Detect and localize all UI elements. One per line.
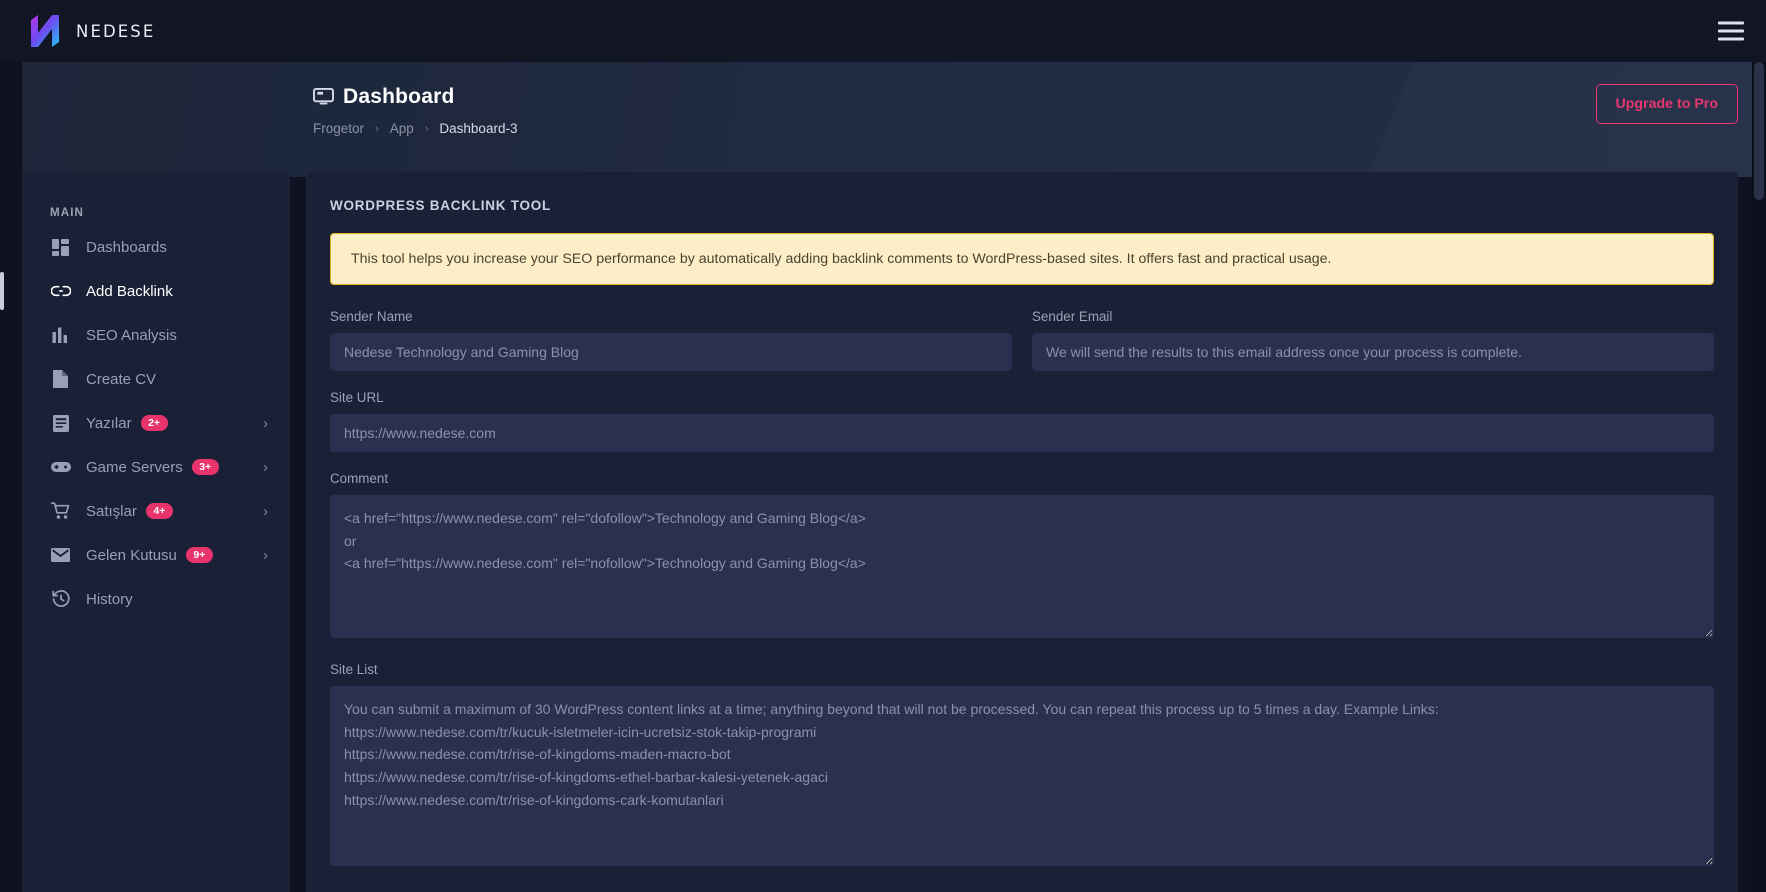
brand-logo[interactable]: NEDESE <box>28 13 155 49</box>
gamepad-icon <box>50 457 71 478</box>
sidebar-item-satislar[interactable]: Satışlar 4+ › <box>22 489 290 533</box>
sidebar-item-yazilar[interactable]: Yazılar 2+ › <box>22 401 290 445</box>
sender-email-label: Sender Email <box>1032 309 1113 324</box>
sidebar-item-label: Game Servers <box>86 458 183 476</box>
field-group-site-url: Site URL <box>330 390 1714 452</box>
sidebar-item-label: Create CV <box>86 370 157 388</box>
page-scrollbar-thumb[interactable] <box>1754 62 1764 200</box>
sidebar: MAIN Dashboards Add Backlink SEO Analysi… <box>0 172 290 892</box>
page-title: Dashboard <box>343 85 455 108</box>
brand-name: NEDESE <box>76 21 156 41</box>
breadcrumb-item-app[interactable]: App <box>390 121 414 136</box>
main-content-card: WORDPRESS BACKLINK TOOL This tool helps … <box>306 172 1738 892</box>
page-header-band: Dashboard Frogetor › App › Dashboard-3 U… <box>0 62 1766 177</box>
site-list-label: Site List <box>330 662 378 677</box>
sidebar-item-gelen-kutusu[interactable]: Gelen Kutusu 9+ › <box>22 533 290 577</box>
sidebar-item-game-servers[interactable]: Game Servers 3+ › <box>22 445 290 489</box>
sidebar-item-history[interactable]: History <box>22 577 290 621</box>
sidebar-item-label: Add Backlink <box>86 282 173 300</box>
envelope-icon <box>50 545 71 566</box>
sidebar-item-label: Gelen Kutusu <box>86 546 177 564</box>
nedese-n-logo-icon <box>31 15 59 47</box>
sidebar-item-label: SEO Analysis <box>86 326 177 344</box>
sidebar-item-add-backlink[interactable]: Add Backlink <box>0 269 290 313</box>
form-row-sender: Sender Name Sender Email <box>330 309 1714 390</box>
breadcrumb-separator: › <box>424 122 429 135</box>
left-rail <box>0 62 22 892</box>
chevron-right-icon: › <box>263 414 268 432</box>
sidebar-item-badge: 9+ <box>185 547 213 563</box>
sidebar-item-badge: 4+ <box>145 503 173 519</box>
sidebar-item-dashboards[interactable]: Dashboards <box>22 225 290 269</box>
sidebar-item-badge: 3+ <box>191 459 219 475</box>
site-url-label: Site URL <box>330 390 384 405</box>
breadcrumb-item-current: Dashboard-3 <box>439 121 518 136</box>
card-title: WORDPRESS BACKLINK TOOL <box>330 198 552 213</box>
desktop-monitor-icon <box>313 87 334 104</box>
site-url-input[interactable] <box>330 414 1714 452</box>
sender-email-input[interactable] <box>1032 333 1714 371</box>
chevron-right-icon: › <box>263 502 268 520</box>
site-list-textarea[interactable] <box>330 686 1714 866</box>
article-icon <box>50 413 71 434</box>
bar-chart-icon <box>50 325 71 346</box>
chevron-right-icon: › <box>263 458 268 476</box>
sidebar-item-label: Satışlar <box>86 502 137 520</box>
shopping-cart-icon <box>50 501 71 522</box>
sidebar-item-seo-analysis[interactable]: SEO Analysis <box>22 313 290 357</box>
page-scrollbar[interactable] <box>1752 62 1766 892</box>
sidebar-item-label: Yazılar <box>86 414 132 432</box>
chevron-right-icon: › <box>263 546 268 564</box>
comment-textarea[interactable] <box>330 495 1714 638</box>
sidebar-item-badge: 2+ <box>140 415 168 431</box>
hamburger-icon[interactable] <box>1718 21 1744 41</box>
grid-dashboard-icon <box>50 237 71 258</box>
sidebar-item-create-cv[interactable]: Create CV <box>22 357 290 401</box>
breadcrumb: Frogetor › App › Dashboard-3 <box>313 121 1766 136</box>
sidebar-section-label: MAIN <box>50 206 85 219</box>
field-group-sender-email: Sender Email <box>1032 309 1714 371</box>
upgrade-to-pro-button[interactable]: Upgrade to Pro <box>1595 84 1738 124</box>
field-group-site-list: Site List <box>330 662 1714 871</box>
breadcrumb-separator: › <box>375 122 379 135</box>
breadcrumb-item-frogetor[interactable]: Frogetor <box>313 121 364 136</box>
top-bar: NEDESE <box>0 0 1766 62</box>
sidebar-item-label: History <box>86 590 133 608</box>
info-alert: This tool helps you increase your SEO pe… <box>330 233 1714 285</box>
sender-name-label: Sender Name <box>330 309 413 324</box>
document-icon <box>50 369 71 390</box>
link-chain-icon <box>50 281 71 302</box>
comment-label: Comment <box>330 471 389 486</box>
sender-name-input[interactable] <box>330 333 1012 371</box>
history-clock-icon <box>50 589 71 610</box>
page-title-row: Dashboard <box>313 85 1766 109</box>
field-group-sender-name: Sender Name <box>330 309 1012 371</box>
field-group-comment: Comment <box>330 471 1714 643</box>
sidebar-item-label: Dashboards <box>86 238 167 256</box>
